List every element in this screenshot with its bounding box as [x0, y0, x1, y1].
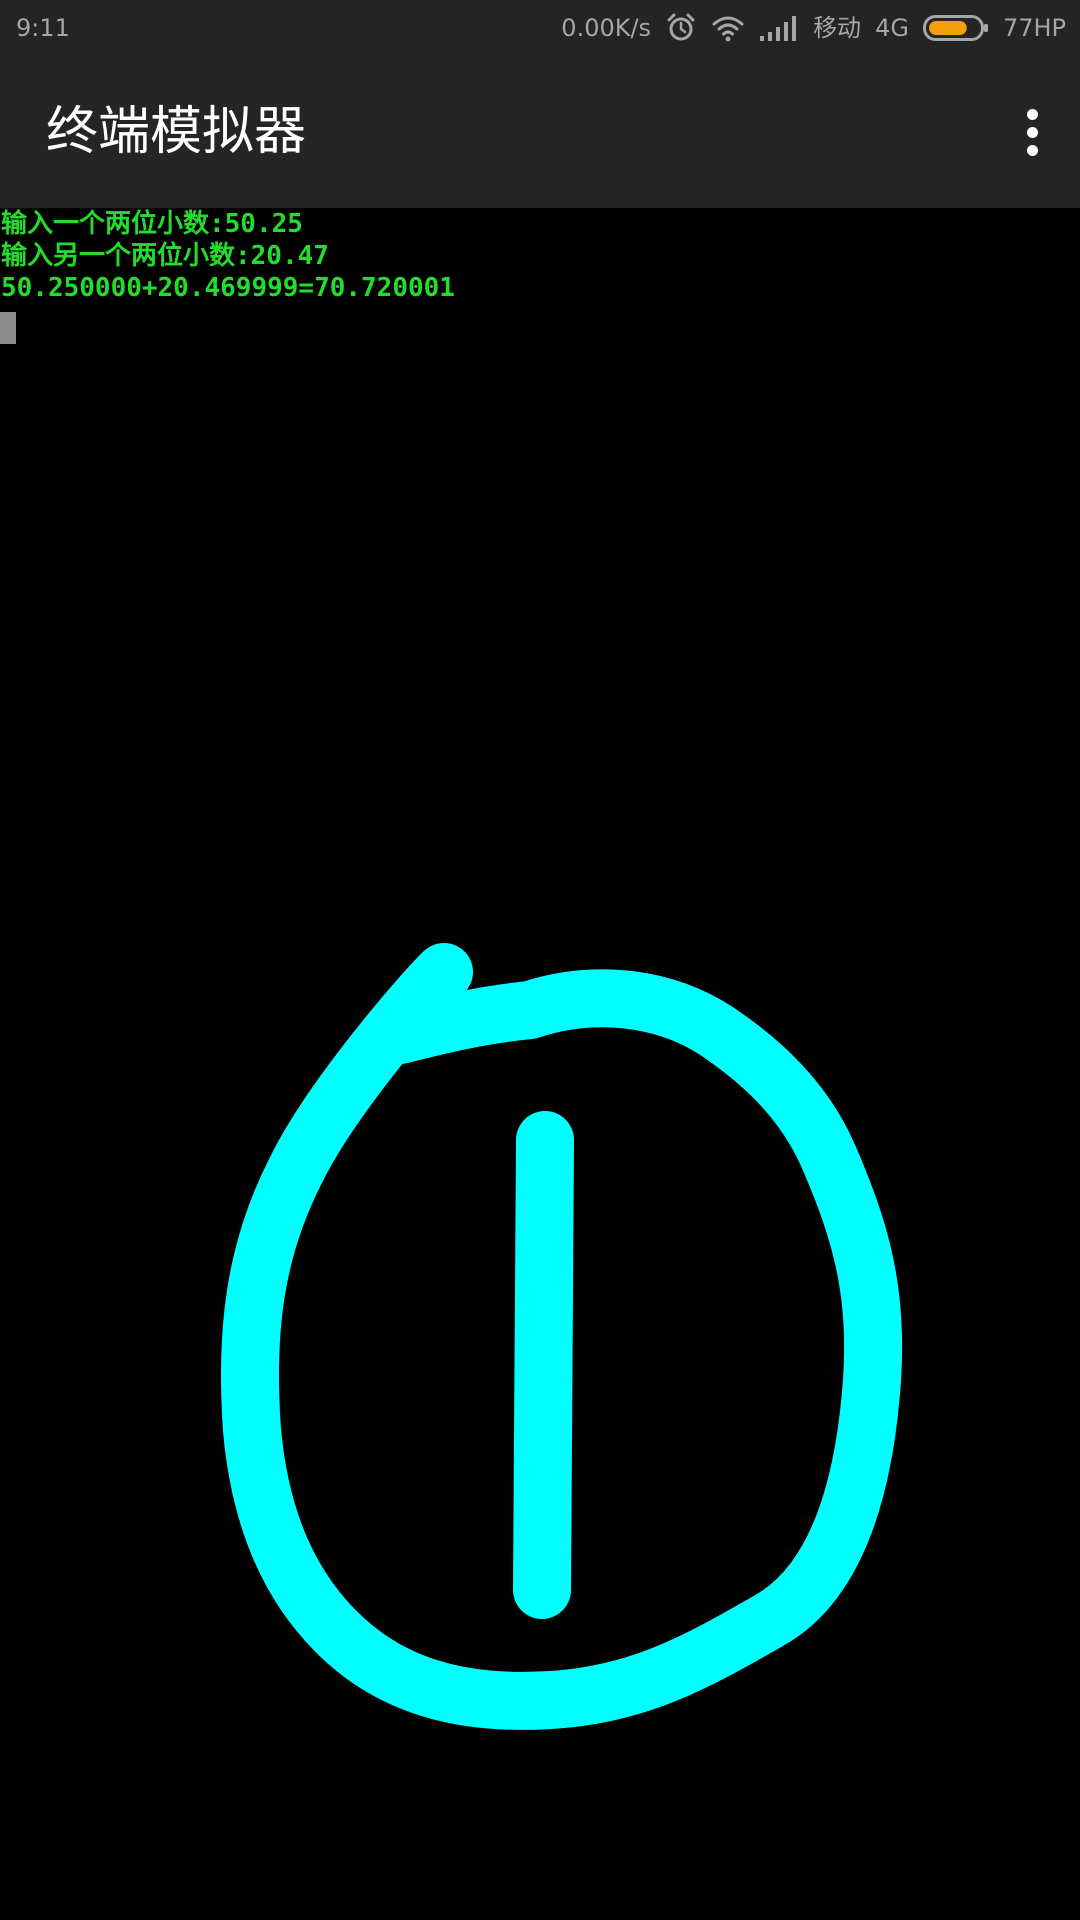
app-bar: 终端模拟器 — [0, 56, 1080, 208]
overflow-menu-button[interactable] — [1002, 102, 1062, 162]
terminal-cursor — [0, 312, 16, 344]
overflow-menu-icon-dot — [1026, 126, 1038, 138]
overflow-menu-icon-dot — [1026, 144, 1038, 156]
terminal-line: 50.250000+20.469999=70.720001 — [1, 273, 455, 303]
terminal-view[interactable]: 输入一个两位小数:50.25 输入另一个两位小数:20.47 50.250000… — [0, 208, 1080, 1920]
app-title: 终端模拟器 — [46, 102, 307, 162]
battery-icon — [922, 14, 989, 42]
status-time: 9:11 — [16, 14, 70, 42]
status-icons: 0.00K/s 移动 4G 77HP — [561, 10, 1066, 46]
network-type: 4G — [875, 14, 909, 42]
overflow-menu-icon — [1026, 108, 1038, 120]
carrier-label: 移动 — [813, 14, 862, 42]
wifi-icon — [711, 13, 745, 43]
signal-icon — [759, 14, 799, 42]
alarm-icon — [665, 12, 697, 44]
terminal-line: 输入一个两位小数:50.25 — [1, 209, 303, 239]
status-bar: 9:11 0.00K/s 移动 4G 77HP — [0, 0, 1080, 56]
net-speed: 0.00K/s — [561, 14, 652, 42]
terminal-line: 输入另一个两位小数:20.47 — [1, 241, 329, 271]
battery-label: 77HP — [1002, 14, 1066, 42]
